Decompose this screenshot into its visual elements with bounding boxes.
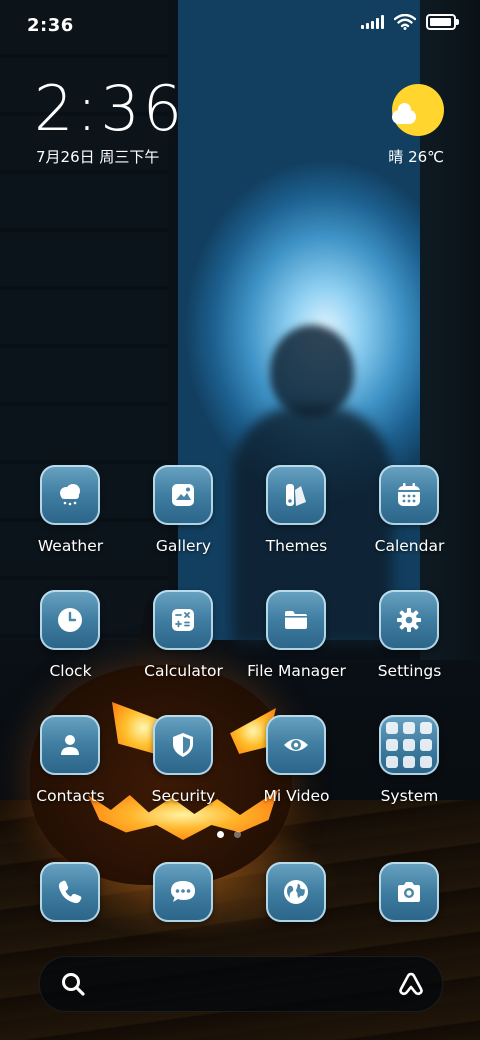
search-icon[interactable] (60, 971, 86, 997)
battery-level (430, 18, 451, 26)
page-dot-active[interactable] (217, 831, 224, 838)
status-time: 2:36 (27, 15, 74, 36)
search-bar[interactable] (39, 956, 443, 1012)
app-file-manager[interactable]: File Manager (240, 590, 353, 690)
cloud-icon (392, 103, 416, 124)
eye-icon[interactable] (266, 715, 326, 775)
camera-icon[interactable] (379, 862, 439, 922)
message-icon[interactable] (153, 862, 213, 922)
page-indicator[interactable] (217, 831, 241, 838)
calendar-icon[interactable] (379, 465, 439, 525)
status-icons (361, 14, 459, 30)
wallpaper-silhouette-head (270, 325, 354, 417)
app-themes[interactable]: Themes (240, 465, 353, 565)
app-label: System (380, 787, 439, 805)
themes-icon[interactable] (266, 465, 326, 525)
clock-icon[interactable] (40, 590, 100, 650)
assistant-icon[interactable] (397, 970, 425, 998)
shield-icon[interactable] (153, 715, 213, 775)
app-contacts[interactable]: Contacts (14, 715, 127, 815)
app-mi-video[interactable]: Mi Video (240, 715, 353, 815)
clock-widget-date[interactable]: 7月26日 周三下午 (36, 146, 159, 167)
phone-icon[interactable] (40, 862, 100, 922)
person-icon[interactable] (40, 715, 100, 775)
battery-icon (426, 14, 459, 30)
folder-grid-icon[interactable] (379, 715, 439, 775)
wifi-icon (394, 14, 416, 30)
folder-preview (386, 722, 432, 768)
folder-icon[interactable] (266, 590, 326, 650)
weather-widget-text[interactable]: 晴 26℃ (388, 146, 444, 167)
app-label: Settings (377, 662, 442, 680)
app-folder-system[interactable]: System (353, 715, 466, 815)
weather-icon[interactable] (40, 465, 100, 525)
app-weather[interactable]: Weather (14, 465, 127, 565)
app-calculator[interactable]: Calculator (127, 590, 240, 690)
gear-icon[interactable] (379, 590, 439, 650)
clock-widget-time[interactable]: 2:36 (34, 72, 185, 145)
status-bar[interactable]: 2:36 (0, 0, 480, 50)
app-security[interactable]: Security (127, 715, 240, 815)
cellular-signal-icon (361, 15, 384, 29)
app-label: Calendar (374, 537, 445, 555)
app-clock[interactable]: Clock (14, 590, 127, 690)
gallery-icon[interactable] (153, 465, 213, 525)
app-gallery[interactable]: Gallery (127, 465, 240, 565)
app-settings[interactable]: Settings (353, 590, 466, 690)
app-calendar[interactable]: Calendar (353, 465, 466, 565)
calculator-icon[interactable] (153, 590, 213, 650)
browser-globe-icon[interactable] (266, 862, 326, 922)
page-dot[interactable] (234, 831, 241, 838)
